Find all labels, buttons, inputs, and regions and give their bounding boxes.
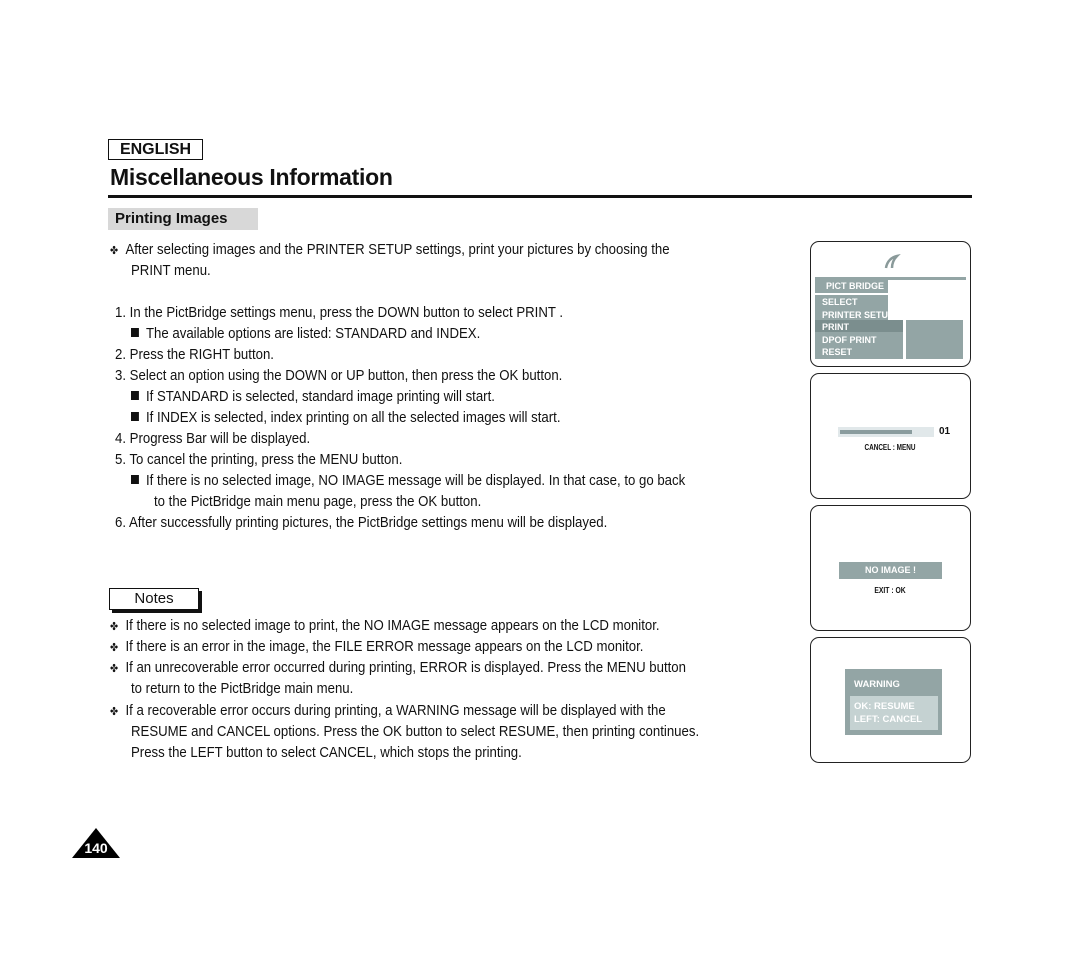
menu-blank-area	[888, 280, 963, 320]
warning-title: WARNING	[854, 679, 900, 690]
step-6: 6. After successfully printing pictures,…	[115, 514, 608, 531]
step-4: 4. Progress Bar will be displayed.	[115, 430, 311, 447]
note-item-cont: RESUME and CANCEL options. Press the OK …	[131, 723, 700, 740]
step-5-note: If there is no selected image, NO IMAGE …	[131, 470, 685, 491]
bullet-icon: ✤	[110, 706, 119, 718]
bullet-icon: ✤	[110, 245, 119, 257]
step-5-note-cont: to the PictBridge main menu page, press …	[154, 493, 482, 510]
menu-item-print[interactable]: PRINT	[822, 321, 888, 334]
menu-submenu-panel	[906, 320, 963, 359]
bullet-icon: ✤	[110, 663, 119, 675]
lcd-screen-warning: WARNING OK: RESUME LEFT: CANCEL	[810, 637, 971, 763]
progress-fill	[840, 430, 912, 434]
page-number: 140	[84, 840, 108, 856]
note-item: ✤ If there is no selected image to print…	[110, 617, 660, 634]
intro-line: PRINT menu.	[131, 262, 211, 279]
step-3-note-a: If STANDARD is selected, standard image …	[131, 386, 495, 407]
step-1: 1. In the PictBridge settings menu, pres…	[115, 304, 564, 321]
bullet-icon: ✤	[110, 621, 119, 633]
lcd-screen-menu: PICT BRIDGE SELECT PRINTER SETU PRINT DP…	[810, 241, 971, 367]
bullet-icon: ✤	[110, 642, 119, 654]
note-item-cont: to return to the PictBridge main menu.	[131, 680, 354, 697]
menu-item-dpof-print[interactable]: DPOF PRINT	[822, 334, 888, 347]
intro-paragraph: ✤ After selecting images and the PRINTER…	[110, 239, 670, 262]
page-title: Miscellaneous Information	[110, 164, 393, 190]
step-3: 3. Select an option using the DOWN or UP…	[115, 367, 563, 384]
menu-items: SELECT PRINTER SETU PRINT DPOF PRINT RES…	[822, 296, 888, 359]
intro-line: After selecting images and the PRINTER S…	[125, 241, 670, 258]
warning-dialog: WARNING OK: RESUME LEFT: CANCEL	[845, 669, 942, 735]
notes-label: Notes	[109, 588, 199, 610]
lcd-screen-no-image: NO IMAGE ! EXIT : OK	[810, 505, 971, 631]
section-heading: Printing Images	[108, 208, 258, 230]
step-3-note-b: If INDEX is selected, index printing on …	[131, 407, 560, 428]
note-item: ✤ If a recoverable error occurs during p…	[110, 702, 666, 719]
progress-track	[838, 427, 934, 437]
no-image-hint: EXIT : OK	[874, 586, 906, 595]
progress-count: 01	[939, 426, 951, 437]
menu-item-printer-setup[interactable]: PRINTER SETU	[822, 309, 888, 322]
warning-option-cancel[interactable]: LEFT: CANCEL	[854, 713, 922, 726]
square-bullet-icon	[131, 328, 139, 337]
no-image-message: NO IMAGE !	[839, 562, 942, 579]
square-bullet-icon	[131, 475, 139, 484]
warning-option-resume[interactable]: OK: RESUME	[854, 700, 915, 713]
note-item-cont: Press the LEFT button to select CANCEL, …	[131, 744, 522, 761]
note-item: ✤ If an unrecoverable error occurred dur…	[110, 659, 686, 676]
note-item: ✤ If there is an error in the image, the…	[110, 638, 644, 655]
menu-title: PICT BRIDGE	[826, 281, 885, 291]
square-bullet-icon	[131, 391, 139, 400]
step-1-note: The available options are listed: STANDA…	[131, 323, 480, 344]
square-bullet-icon	[131, 412, 139, 421]
language-badge: ENGLISH	[108, 139, 203, 160]
title-divider	[108, 195, 972, 198]
step-5: 5. To cancel the printing, press the MEN…	[115, 451, 403, 468]
progress-hint: CANCEL : MENU	[864, 443, 916, 452]
menu-item-reset[interactable]: RESET	[822, 346, 888, 359]
lcd-screen-progress: 01 CANCEL : MENU	[810, 373, 971, 499]
printer-connection-icon	[884, 254, 901, 269]
step-2: 2. Press the RIGHT button.	[115, 346, 274, 363]
warning-options-panel: OK: RESUME LEFT: CANCEL	[850, 696, 938, 730]
menu-item-select[interactable]: SELECT	[822, 296, 888, 309]
